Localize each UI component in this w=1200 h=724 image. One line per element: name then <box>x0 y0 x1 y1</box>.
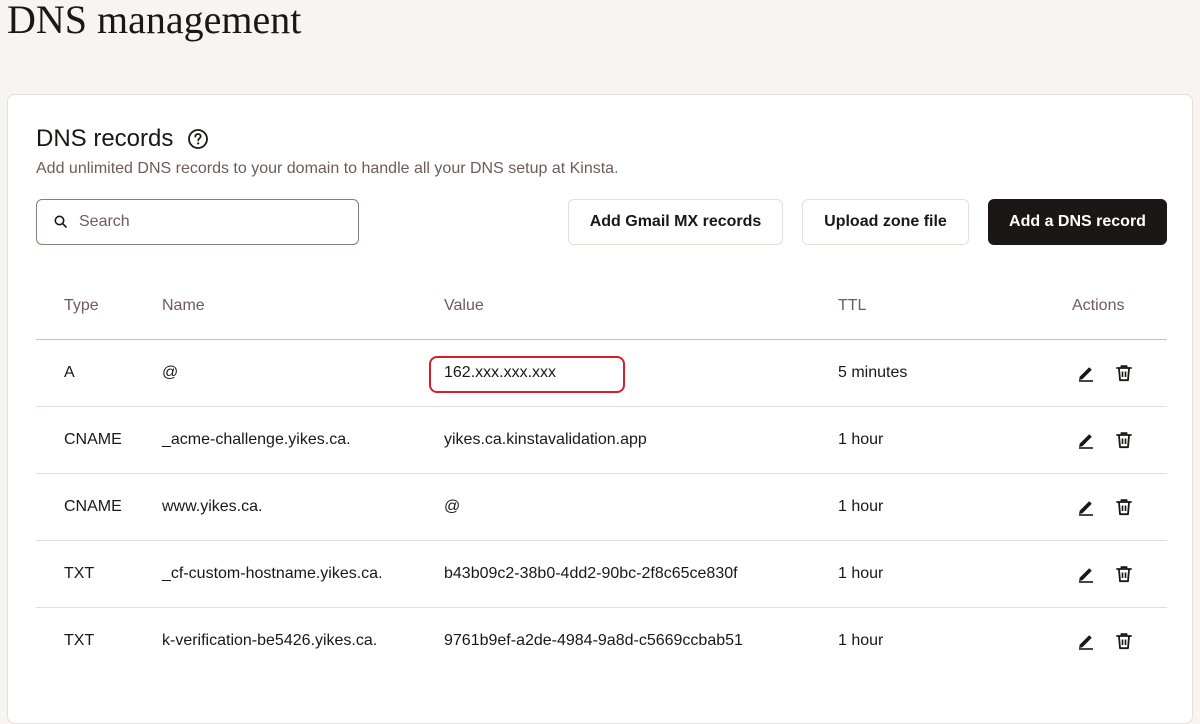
search-box[interactable] <box>36 199 359 245</box>
table-row: TXT k-verification-be5426.yikes.ca. 9761… <box>36 608 1167 674</box>
record-type: TXT <box>64 565 95 582</box>
record-actions <box>1072 630 1135 652</box>
table-header: Type Name Value TTL Actions <box>36 273 1167 340</box>
record-value: 162.xxx.xxx.xxx <box>444 364 557 381</box>
record-name: _acme-challenge.yikes.ca. <box>162 431 351 448</box>
search-icon <box>53 214 69 230</box>
dns-records-table: Type Name Value TTL Actions A @ 162.xxx.… <box>36 273 1167 674</box>
pencil-icon[interactable] <box>1075 496 1097 518</box>
header-name: Name <box>162 297 205 314</box>
record-name: @ <box>162 364 179 381</box>
header-value: Value <box>444 297 484 314</box>
pencil-icon[interactable] <box>1075 630 1097 652</box>
record-ttl: 1 hour <box>838 565 884 582</box>
record-actions <box>1072 563 1135 585</box>
record-actions <box>1072 429 1135 451</box>
table-row: A @ 162.xxx.xxx.xxx 5 minutes <box>36 340 1167 407</box>
add-gmail-mx-button[interactable]: Add Gmail MX records <box>568 199 783 245</box>
record-ttl: 5 minutes <box>838 364 908 381</box>
table-row: CNAME www.yikes.ca. @ 1 hour <box>36 474 1167 541</box>
help-circle-icon[interactable] <box>187 128 209 150</box>
record-actions <box>1072 362 1135 384</box>
record-type: CNAME <box>64 431 122 448</box>
card-title-row: DNS records <box>36 125 209 153</box>
record-name: k-verification-be5426.yikes.ca. <box>162 632 378 649</box>
dns-records-card: DNS records Add unlimited DNS records to… <box>7 94 1193 724</box>
trash-icon[interactable] <box>1113 362 1135 384</box>
trash-icon[interactable] <box>1113 496 1135 518</box>
record-ttl: 1 hour <box>838 632 884 649</box>
trash-icon[interactable] <box>1113 630 1135 652</box>
table-row: CNAME _acme-challenge.yikes.ca. yikes.ca… <box>36 407 1167 474</box>
trash-icon[interactable] <box>1113 563 1135 585</box>
card-description: Add unlimited DNS records to your domain… <box>36 160 619 177</box>
pencil-icon[interactable] <box>1075 429 1097 451</box>
record-value: yikes.ca.kinstavalidation.app <box>444 431 647 448</box>
search-input[interactable] <box>79 213 358 231</box>
pencil-icon[interactable] <box>1075 362 1097 384</box>
page-title: DNS management <box>7 0 302 42</box>
trash-icon[interactable] <box>1113 429 1135 451</box>
record-ttl: 1 hour <box>838 431 884 448</box>
header-ttl: TTL <box>838 297 867 314</box>
record-value: @ <box>444 498 461 515</box>
table-row: TXT _cf-custom-hostname.yikes.ca. b43b09… <box>36 541 1167 608</box>
record-value: 9761b9ef-a2de-4984-9a8d-c5669ccbab51 <box>444 632 743 649</box>
record-type: A <box>64 364 75 381</box>
record-ttl: 1 hour <box>838 498 884 515</box>
record-type: TXT <box>64 632 95 649</box>
record-name: _cf-custom-hostname.yikes.ca. <box>162 565 383 582</box>
pencil-icon[interactable] <box>1075 563 1097 585</box>
record-actions <box>1072 496 1135 518</box>
record-type: CNAME <box>64 498 122 515</box>
record-name: www.yikes.ca. <box>162 498 263 515</box>
upload-zone-file-button[interactable]: Upload zone file <box>802 199 969 245</box>
record-value: b43b09c2-38b0-4dd2-90bc-2f8c65ce830f <box>444 565 738 582</box>
add-dns-record-button[interactable]: Add a DNS record <box>988 199 1167 245</box>
header-actions: Actions <box>1072 297 1125 314</box>
header-type: Type <box>64 297 99 314</box>
card-title: DNS records <box>36 125 174 152</box>
